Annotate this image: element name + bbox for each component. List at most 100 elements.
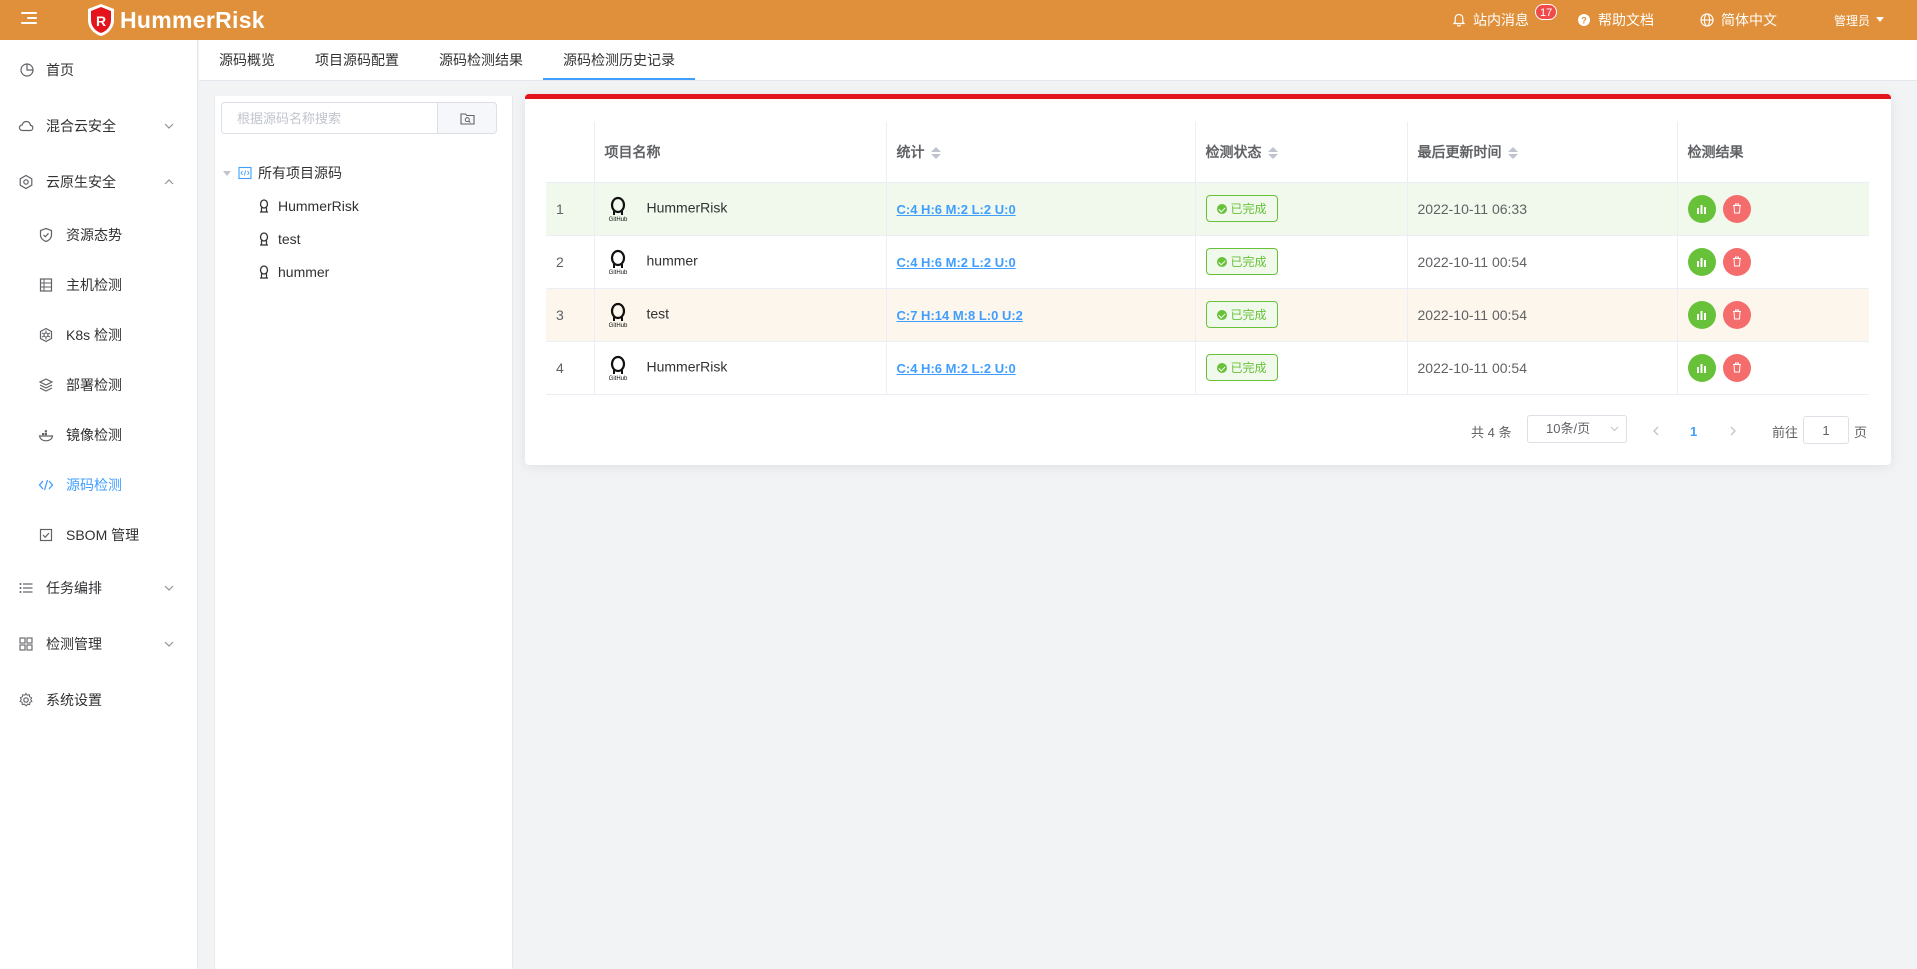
sidebar-item-code-check[interactable]: 源码检测 [0, 465, 198, 505]
gear-icon [19, 692, 33, 707]
delete-button[interactable] [1722, 300, 1751, 329]
svg-text:GitHub: GitHub [608, 376, 627, 381]
table-row[interactable]: 4 GitHub HummerRisk C:4 H:6 M:2 L:2 U:0 已… [546, 341, 1869, 395]
next-page-icon[interactable] [1730, 426, 1737, 436]
bar-chart-icon [1697, 310, 1706, 320]
source-search-input[interactable] [221, 102, 437, 134]
sidebar-item-sbom[interactable]: SBOM 管理 [0, 515, 198, 555]
delete-button[interactable] [1722, 247, 1751, 276]
table-row[interactable]: 3 GitHub test C:7 H:14 M:8 L:0 U:2 已完成 20… [546, 288, 1869, 342]
sidebar-item-label: 源码检测 [66, 477, 122, 493]
layers-icon [38, 378, 54, 392]
sidebar-item-k8s-check[interactable]: K8s 检测 [0, 315, 198, 355]
top-header: R HummerRisk 站内消息 17 ? 帮助文档 简体中文 管理员 [0, 0, 1917, 40]
question-circle-icon: ? [1578, 14, 1590, 26]
check-circle-icon [1216, 203, 1227, 214]
help-docs-link[interactable]: ? 帮助文档 [1577, 0, 1654, 40]
tab-code-overview[interactable]: 源码概览 [219, 40, 275, 81]
menu-toggle-icon[interactable] [21, 12, 37, 26]
docker-icon [38, 430, 54, 442]
brand-logo[interactable]: R HummerRisk [86, 3, 265, 37]
sidebar-item-hybrid-cloud[interactable]: 混合云安全 [0, 106, 198, 146]
sidebar-item-cloud-native[interactable]: 云原生安全 [0, 162, 198, 202]
chevron-down-icon [164, 123, 174, 129]
github-avatar-icon: GitHub [608, 302, 627, 328]
tab-code-check-results[interactable]: 源码检测结果 [439, 40, 523, 81]
check-circle-icon [1216, 362, 1227, 373]
table-header-row: 项目名称 统计 检测状态 最后更新时间 检测结果 [546, 122, 1869, 183]
status-cell: 已完成 [1195, 235, 1408, 289]
goto-page-input[interactable] [1803, 416, 1849, 444]
stats-link[interactable]: C:4 H:6 M:2 L:2 U:0 [897, 361, 1016, 376]
tab-code-check-history[interactable]: 源码检测历史记录 [563, 40, 675, 81]
page-size-select[interactable]: 10条/页 [1527, 415, 1627, 443]
col-updated[interactable]: 最后更新时间 [1407, 122, 1678, 183]
sidebar-item-label: 首页 [46, 62, 74, 78]
sidebar-item-home[interactable]: 首页 [0, 50, 198, 90]
sidebar-item-detection-management[interactable]: 检测管理 [0, 624, 198, 664]
stats-cell: C:4 H:6 M:2 L:2 U:0 [886, 182, 1196, 236]
sort-icon[interactable] [930, 146, 941, 160]
tree-node-hummerrisk[interactable]: HummerRisk [258, 193, 359, 219]
stats-link[interactable]: C:4 H:6 M:2 L:2 U:0 [897, 202, 1016, 217]
sidebar-item-task-orchestration[interactable]: 任务编排 [0, 568, 198, 608]
sidebar-item-label: 混合云安全 [46, 118, 116, 134]
caret-down-icon [1876, 17, 1885, 22]
code-icon [38, 479, 54, 491]
col-statistics[interactable]: 统计 [886, 122, 1196, 183]
sidebar-item-label: SBOM 管理 [66, 527, 140, 543]
col-label: 检测结果 [1687, 143, 1744, 160]
project-cell: GitHub hummer [594, 235, 887, 289]
language-label: 简体中文 [1721, 12, 1777, 28]
search-button[interactable] [437, 102, 497, 134]
user-menu[interactable]: 管理员 [1834, 0, 1885, 40]
grid-icon [19, 637, 33, 651]
chevron-down-icon [1610, 426, 1619, 432]
help-docs-label: 帮助文档 [1598, 12, 1654, 28]
view-result-button[interactable] [1687, 247, 1716, 276]
language-selector[interactable]: 简体中文 [1700, 0, 1777, 40]
page-number-current[interactable]: 1 [1690, 417, 1697, 445]
brand-name: HummerRisk [120, 6, 265, 33]
svg-text:GitHub: GitHub [608, 323, 627, 328]
project-name: hummer [646, 252, 698, 269]
project-cell: GitHub test [594, 288, 887, 342]
sort-icon[interactable] [1507, 146, 1518, 160]
table-row[interactable]: 2 GitHub hummer C:4 H:6 M:2 L:2 U:0 已完成 2… [546, 235, 1869, 289]
status-text: 已完成 [1230, 202, 1267, 216]
tree-node-hummer[interactable]: hummer [258, 259, 329, 285]
tree-root-all-sources[interactable]: 所有项目源码 [222, 160, 342, 186]
col-result: 检测结果 [1677, 122, 1869, 183]
sidebar-item-label: 部署检测 [66, 377, 122, 393]
sort-icon[interactable] [1267, 146, 1278, 160]
tab-project-code-config[interactable]: 项目源码配置 [315, 40, 399, 81]
sidebar-item-system-settings[interactable]: 系统设置 [0, 680, 198, 720]
tree-root-label: 所有项目源码 [258, 165, 342, 181]
user-name: 管理员 [1834, 13, 1871, 28]
view-result-button[interactable] [1687, 300, 1716, 329]
shield-logo-icon: R [88, 4, 114, 36]
view-result-button[interactable] [1687, 353, 1716, 382]
messages-button[interactable]: 站内消息 [1452, 0, 1529, 40]
svg-text:GitHub: GitHub [608, 270, 627, 275]
stats-cell: C:7 H:14 M:8 L:0 U:2 [886, 288, 1196, 342]
stats-link[interactable]: C:4 H:6 M:2 L:2 U:0 [897, 255, 1016, 270]
status-badge: 已完成 [1205, 354, 1278, 381]
project-cell: GitHub HummerRisk [594, 341, 887, 395]
table-row[interactable]: 1 GitHub HummerRisk C:4 H:6 M:2 L:2 U:0 已… [546, 182, 1869, 236]
prev-page-icon[interactable] [1652, 426, 1659, 436]
stats-link[interactable]: C:7 H:14 M:8 L:0 U:2 [897, 308, 1023, 323]
sidebar-item-resource-situation[interactable]: 资源态势 [0, 215, 198, 255]
github-user-icon [259, 232, 269, 246]
result-cell [1677, 182, 1869, 236]
delete-button[interactable] [1722, 194, 1751, 223]
tree-node-test[interactable]: test [258, 226, 301, 252]
result-cell [1677, 235, 1869, 289]
delete-button[interactable] [1722, 353, 1751, 382]
sidebar-item-label: K8s 检测 [66, 327, 123, 343]
view-result-button[interactable] [1687, 194, 1716, 223]
sidebar-item-deploy-check[interactable]: 部署检测 [0, 365, 198, 405]
sidebar-item-host-check[interactable]: 主机检测 [0, 265, 198, 305]
sidebar-item-image-check[interactable]: 镜像检测 [0, 415, 198, 455]
col-status[interactable]: 检测状态 [1195, 122, 1408, 183]
